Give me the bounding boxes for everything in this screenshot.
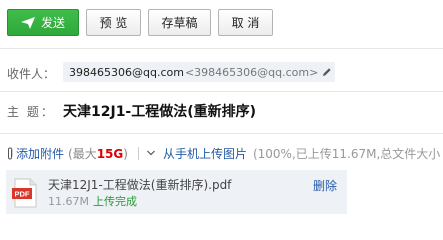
file-meta: 11.67M 上传完成 (48, 193, 137, 209)
cancel-button[interactable]: 取 消 (218, 9, 273, 36)
upload-status: 上传完成 (92, 195, 137, 208)
pdf-badge-text: PDF (15, 190, 30, 199)
divider (0, 91, 443, 92)
file-size: 11.67M (48, 195, 89, 208)
send-label: 发送 (40, 16, 65, 30)
compose-toolbar: 发送 预 览 存草稿 取 消 (7, 9, 280, 37)
send-button[interactable]: 发送 (7, 9, 79, 36)
paperclip-icon (8, 146, 13, 160)
send-icon (20, 16, 35, 29)
cancel-label: 取 消 (231, 16, 260, 30)
delete-attachment-link[interactable]: 删除 (313, 177, 337, 194)
divider (0, 48, 443, 49)
attachment-bar: 添加附件 (最大15G) 从手机上传图片 (100%,已上传11.67M,总文件… (6, 145, 440, 161)
pdf-file-icon: PDF (12, 178, 38, 208)
max-size-prefix: (最大 (68, 146, 97, 161)
recipient-address: <398465306@qq.com> (184, 65, 319, 79)
recipient-chip[interactable]: 398465306@qq.com <398465306@qq.com> (63, 62, 335, 82)
chevron-down-icon[interactable] (147, 150, 155, 156)
upload-from-mobile-link[interactable]: 从手机上传图片 (163, 145, 247, 162)
max-size-value: 15G (96, 146, 124, 161)
save-draft-button[interactable]: 存草稿 (148, 9, 211, 36)
subject-field[interactable]: 天津12J1-工程做法(重新排序) (63, 101, 256, 121)
attachment-file-card: PDF 天津12J1-工程做法(重新排序).pdf 11.67M 上传完成 删除 (6, 170, 347, 214)
subject-label: 主 题： (7, 105, 55, 119)
max-size-suffix: ) (123, 146, 128, 161)
add-attachment-label: 添加附件 (16, 146, 65, 161)
divider (0, 133, 443, 134)
preview-label: 预 览 (99, 16, 128, 30)
save-draft-label: 存草稿 (161, 16, 198, 30)
recipient-label: 收件人： (7, 67, 56, 81)
divider (137, 146, 139, 160)
attachment-max-size: (最大15G) (68, 145, 128, 162)
pencil-icon[interactable] (322, 67, 332, 77)
upload-progress-info: (100%,已上传11.67M,总文件大小 (252, 146, 441, 161)
add-attachment-link[interactable]: 添加附件 (6, 145, 64, 162)
file-name: 天津12J1-工程做法(重新排序).pdf (48, 178, 232, 192)
recipient-name: 398465306@qq.com (69, 65, 184, 79)
preview-button[interactable]: 预 览 (86, 9, 141, 36)
